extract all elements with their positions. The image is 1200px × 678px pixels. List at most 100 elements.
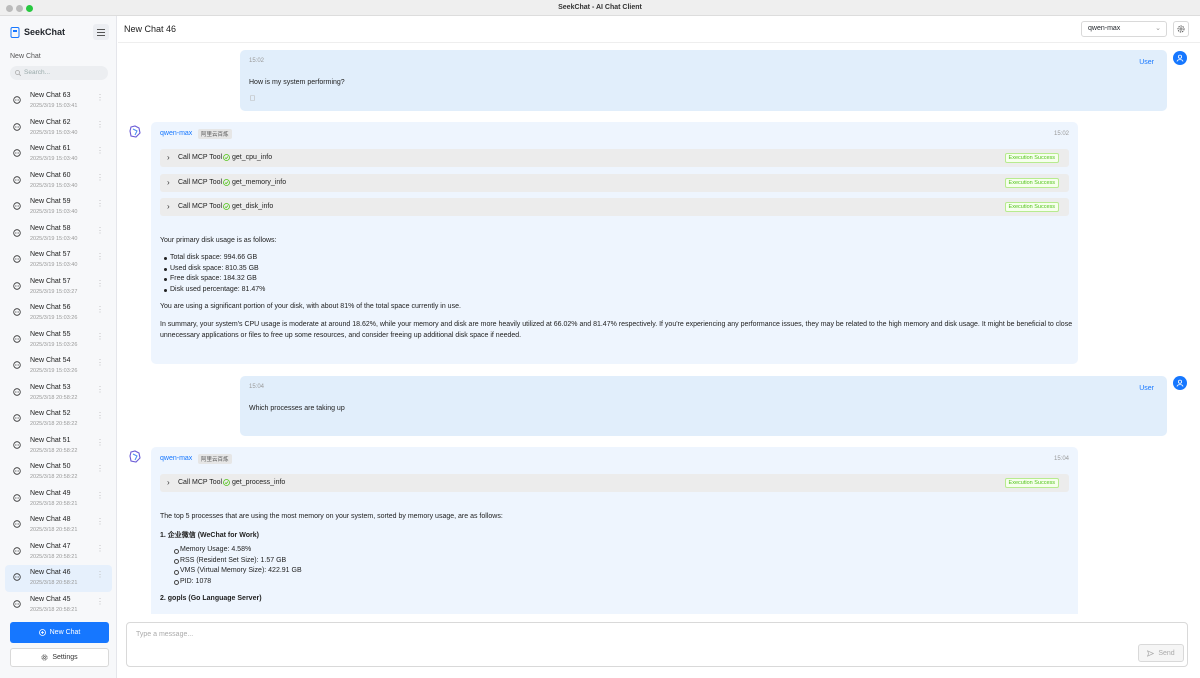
chat-list-item[interactable]: New Chat 58 2025/3/19 15:03:40 ⋮ — [5, 221, 112, 248]
tool-name: get_memory_info — [232, 179, 287, 186]
more-options-icon[interactable]: ⋮ — [96, 200, 104, 208]
tool-call-row[interactable]: › Call MCP Tool get_process_info Executi… — [160, 474, 1069, 492]
chat-timestamp: 2025/3/19 15:03:40 — [30, 235, 78, 242]
more-options-icon[interactable]: ⋮ — [96, 306, 104, 314]
more-options-icon[interactable]: ⋮ — [96, 544, 104, 553]
list-item: Total disk space: 994.66 GB — [163, 254, 258, 261]
chat-list-item[interactable]: New Chat 51 2025/3/18 20:58:22 ⋮ — [5, 433, 112, 460]
more-options-icon[interactable]: ⋮ — [96, 438, 104, 447]
chat-bubble-icon — [13, 599, 21, 608]
status-badge: Execution Success — [1004, 202, 1059, 212]
chat-timestamp: 2025/3/18 20:58:21 — [30, 553, 78, 560]
toggle-sidebar-button[interactable] — [93, 24, 109, 40]
chat-bubble-icon — [13, 520, 21, 528]
more-options-icon[interactable]: ⋮ — [96, 332, 104, 341]
message-time: 15:04 — [249, 384, 265, 390]
response-paragraph: The top 5 processes that are using the m… — [160, 513, 503, 520]
tool-call-row[interactable]: › Call MCP Tool get_cpu_info Execution S… — [160, 149, 1069, 167]
chat-list-item[interactable]: New Chat 61 2025/3/19 15:03:40 ⋮ — [5, 141, 112, 168]
chat-title: New Chat 57 — [30, 251, 71, 258]
chevron-right-icon: › — [167, 178, 170, 187]
chat-settings-button[interactable] — [1173, 21, 1189, 37]
chat-bubble-icon — [13, 493, 21, 502]
chat-list-item[interactable]: New Chat 57 2025/3/19 15:03:27 ⋮ — [5, 274, 112, 301]
chat-bubble-icon — [13, 149, 21, 157]
list-item: Free disk space: 184.32 GB — [164, 275, 257, 282]
message-input[interactable]: Type a message... Send — [126, 622, 1188, 667]
list-item: PID: 1078 — [173, 577, 212, 585]
more-options-icon[interactable]: ⋮ — [96, 147, 104, 155]
chat-list-item[interactable]: New Chat 52 2025/3/18 20:58:22 ⋮ — [5, 406, 112, 433]
plus-circle-icon — [38, 629, 46, 636]
more-options-icon[interactable]: ⋮ — [96, 385, 104, 394]
main-panel: New Chat 46 qwen-max ⌄ 15:02 User How is… — [118, 16, 1200, 678]
minimize-window-button[interactable] — [16, 5, 23, 12]
ai-model-avatar-icon — [129, 450, 141, 463]
chat-list-item[interactable]: New Chat 48 2025/3/18 20:58:21 ⋮ — [5, 512, 112, 539]
more-options-icon[interactable]: ⋮ — [96, 491, 104, 500]
chat-list-item[interactable]: New Chat 62 2025/3/19 15:03:40 ⋮ — [5, 115, 112, 142]
check-circle-icon — [223, 203, 230, 210]
more-options-icon[interactable]: ⋮ — [96, 173, 104, 182]
send-button[interactable]: Send — [1138, 644, 1184, 662]
chat-list-item[interactable]: New Chat 63 2025/3/19 15:03:41 ⋮ — [5, 88, 112, 115]
more-options-icon[interactable]: ⋮ — [96, 518, 104, 526]
chat-list-item[interactable]: New Chat 46 2025/3/18 20:58:21 ⋮ — [5, 565, 112, 592]
close-window-button[interactable] — [6, 5, 13, 12]
chat-list-item[interactable]: New Chat 59 2025/3/19 15:03:40 ⋮ — [5, 194, 112, 221]
chat-title: New Chat 46 — [30, 569, 71, 576]
chat-timestamp: 2025/3/19 15:03:26 — [30, 315, 78, 321]
list-item: Disk used percentage: 81.47% — [163, 285, 266, 293]
more-options-icon[interactable]: ⋮ — [96, 597, 104, 606]
brand: SeekChat — [10, 24, 65, 40]
chat-timestamp: 2025/3/18 20:58:22 — [30, 474, 78, 480]
chat-list-item[interactable]: New Chat 56 2025/3/19 15:03:26 ⋮ — [5, 300, 112, 327]
chat-timestamp: 2025/3/18 20:58:21 — [30, 527, 78, 533]
chat-list-item[interactable]: New Chat 45 2025/3/18 20:58:21 ⋮ — [5, 592, 112, 619]
chat-list-item[interactable]: New Chat 49 2025/3/18 20:58:21 ⋮ — [5, 486, 112, 513]
settings-label: Settings — [52, 654, 78, 661]
new-chat-button[interactable]: New Chat — [10, 622, 109, 643]
message-text: Which processes are taking up — [249, 405, 345, 412]
settings-button[interactable]: Settings — [10, 648, 109, 667]
more-options-icon[interactable]: ⋮ — [96, 226, 104, 235]
more-options-icon[interactable]: ⋮ — [96, 412, 104, 420]
chat-title: New Chat 63 — [30, 92, 71, 99]
tool-name: get_cpu_info — [232, 154, 273, 161]
chat-title: New Chat 62 — [30, 118, 71, 126]
chat-list-item[interactable]: New Chat 60 2025/3/19 15:03:40 ⋮ — [5, 168, 112, 195]
more-options-icon[interactable]: ⋮ — [96, 571, 104, 579]
title-bar: SeekChat - AI Chat Client — [0, 0, 1200, 16]
message-text: How is my system performing? — [249, 79, 345, 86]
more-options-icon[interactable]: ⋮ — [96, 359, 104, 367]
status-badge: Execution Success — [1004, 153, 1059, 163]
chat-list-item[interactable]: New Chat 50 2025/3/18 20:58:22 ⋮ — [5, 459, 112, 486]
more-options-icon[interactable]: ⋮ — [96, 120, 104, 129]
search-input[interactable]: Search... — [10, 66, 108, 80]
model-select[interactable]: qwen-max ⌄ — [1081, 21, 1167, 37]
zoom-window-button[interactable] — [26, 5, 33, 12]
chat-timestamp: 2025/3/18 20:58:22 — [30, 394, 78, 401]
tool-name: get_process_info — [232, 479, 286, 486]
chat-title: New Chat 53 — [30, 383, 71, 391]
chat-list-item[interactable]: New Chat 53 2025/3/18 20:58:22 ⋮ — [5, 380, 112, 407]
chat-title: New Chat 47 — [30, 542, 71, 550]
chat-list-item[interactable]: New Chat 55 2025/3/19 15:03:26 ⋮ — [5, 327, 112, 354]
tool-call-row[interactable]: › Call MCP Tool get_memory_info Executio… — [160, 174, 1069, 192]
chat-timestamp: 2025/3/19 15:03:26 — [30, 368, 78, 374]
chat-title: New Chat 50 — [30, 463, 71, 470]
chat-bubble-icon — [13, 228, 21, 237]
chat-list-item[interactable]: New Chat 47 2025/3/18 20:58:21 ⋮ — [5, 539, 112, 566]
chat-bubble-icon — [13, 255, 21, 263]
more-options-icon[interactable]: ⋮ — [96, 279, 104, 288]
more-options-icon[interactable]: ⋮ — [96, 94, 104, 102]
more-options-icon[interactable]: ⋮ — [96, 465, 104, 473]
more-options-icon[interactable]: ⋮ — [96, 253, 104, 261]
tool-call-row[interactable]: › Call MCP Tool get_disk_info Execution … — [160, 198, 1069, 216]
chat-list-item[interactable]: New Chat 57 2025/3/19 15:03:40 ⋮ — [5, 247, 112, 274]
ai-model-avatar-icon — [129, 125, 141, 138]
chat-title: New Chat 52 — [30, 410, 71, 417]
chat-list-item[interactable]: New Chat 54 2025/3/19 15:03:26 ⋮ — [5, 353, 112, 380]
gear-icon — [1177, 25, 1185, 33]
copy-icon[interactable] — [250, 94, 256, 101]
